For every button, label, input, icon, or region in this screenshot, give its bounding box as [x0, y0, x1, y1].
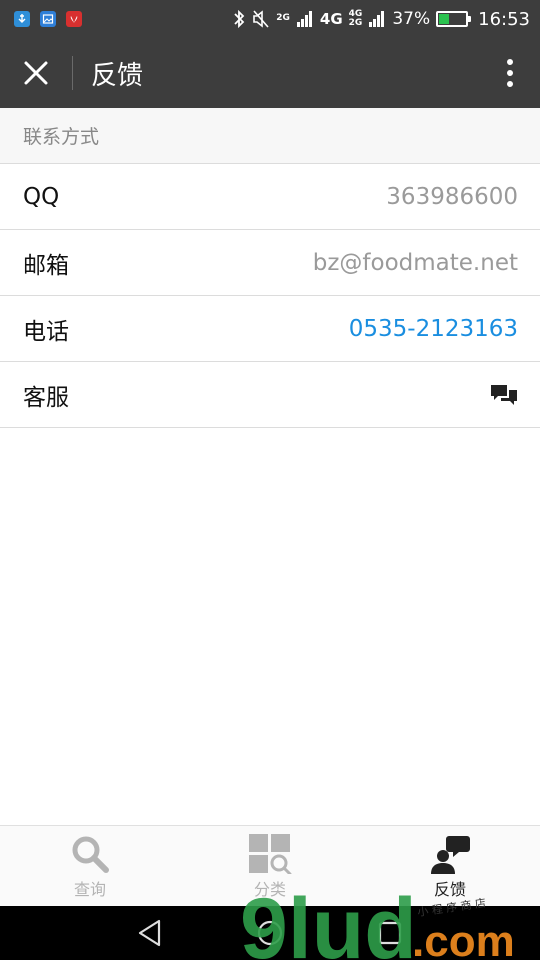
- row-label: 邮箱: [23, 252, 69, 279]
- row-label: QQ: [23, 183, 60, 210]
- network-2g-label: 2G: [276, 12, 290, 23]
- section-header: 联系方式: [0, 108, 540, 164]
- huawei-icon: [66, 11, 82, 27]
- row-label: 客服: [23, 384, 69, 411]
- back-triangle-icon: [138, 919, 161, 947]
- close-icon: [24, 61, 48, 85]
- tab-search[interactable]: 查询: [0, 826, 180, 906]
- search-icon: [72, 836, 109, 873]
- network-4g-label: 4G: [319, 10, 343, 28]
- home-button[interactable]: [240, 906, 300, 960]
- battery-level-fill: [439, 14, 449, 24]
- more-options-button[interactable]: [480, 38, 540, 108]
- tab-label: 查询: [73, 880, 106, 899]
- system-nav-bar: [0, 906, 540, 960]
- title-divider: [72, 56, 73, 90]
- title-bar: 反馈: [0, 38, 540, 108]
- category-icon: [249, 834, 292, 874]
- notification-icons: [14, 11, 82, 27]
- signal-icon-2: [369, 11, 385, 27]
- contact-row-phone[interactable]: 电话 0535-2123163: [0, 296, 540, 362]
- email-value: bz@foodmate.net: [312, 249, 518, 276]
- clock: 16:53: [478, 8, 530, 30]
- tab-feedback[interactable]: 反馈: [360, 826, 540, 906]
- recents-button[interactable]: [360, 906, 420, 960]
- status-indicators: 2G 4G 4G 2G 37% 16:53: [232, 9, 530, 30]
- bottom-tab-bar: 查询 分类 反馈: [0, 825, 540, 906]
- gallery-icon: [40, 11, 56, 27]
- contact-row-customer-service[interactable]: 客服: [0, 362, 540, 428]
- contact-content: 联系方式 QQ 363986600 邮箱 bz@foodmate.net 电话 …: [0, 108, 540, 428]
- tab-label: 分类: [253, 880, 286, 899]
- contact-row-email[interactable]: 邮箱 bz@foodmate.net: [0, 230, 540, 296]
- page-title: 反馈: [91, 60, 144, 91]
- qq-value: 363986600: [386, 183, 518, 210]
- row-label: 电话: [23, 318, 69, 345]
- bluetooth-icon: [234, 9, 245, 29]
- contact-row-qq[interactable]: QQ 363986600: [0, 164, 540, 230]
- usb-icon: [14, 11, 30, 27]
- network-2g-small: 2G: [348, 18, 363, 28]
- recents-square-icon: [378, 921, 402, 945]
- tab-label: 反馈: [433, 880, 466, 899]
- signal-icon-1: [296, 11, 312, 27]
- tab-category[interactable]: 分类: [180, 826, 360, 906]
- network-small-labels: 4G 2G: [349, 10, 363, 28]
- battery-icon: [436, 11, 472, 27]
- close-button[interactable]: [0, 38, 72, 108]
- chat-bubbles-icon[interactable]: [490, 383, 518, 407]
- more-vertical-icon: [507, 59, 513, 87]
- battery-percent: 37%: [392, 9, 431, 29]
- back-button[interactable]: [120, 906, 180, 960]
- status-bar: 2G 4G 4G 2G 37% 16:53: [0, 0, 540, 38]
- vibrate-mute-icon: [253, 10, 269, 28]
- feedback-icon: [431, 836, 470, 874]
- phone-link[interactable]: 0535-2123163: [349, 316, 518, 342]
- home-circle-icon: [257, 920, 283, 946]
